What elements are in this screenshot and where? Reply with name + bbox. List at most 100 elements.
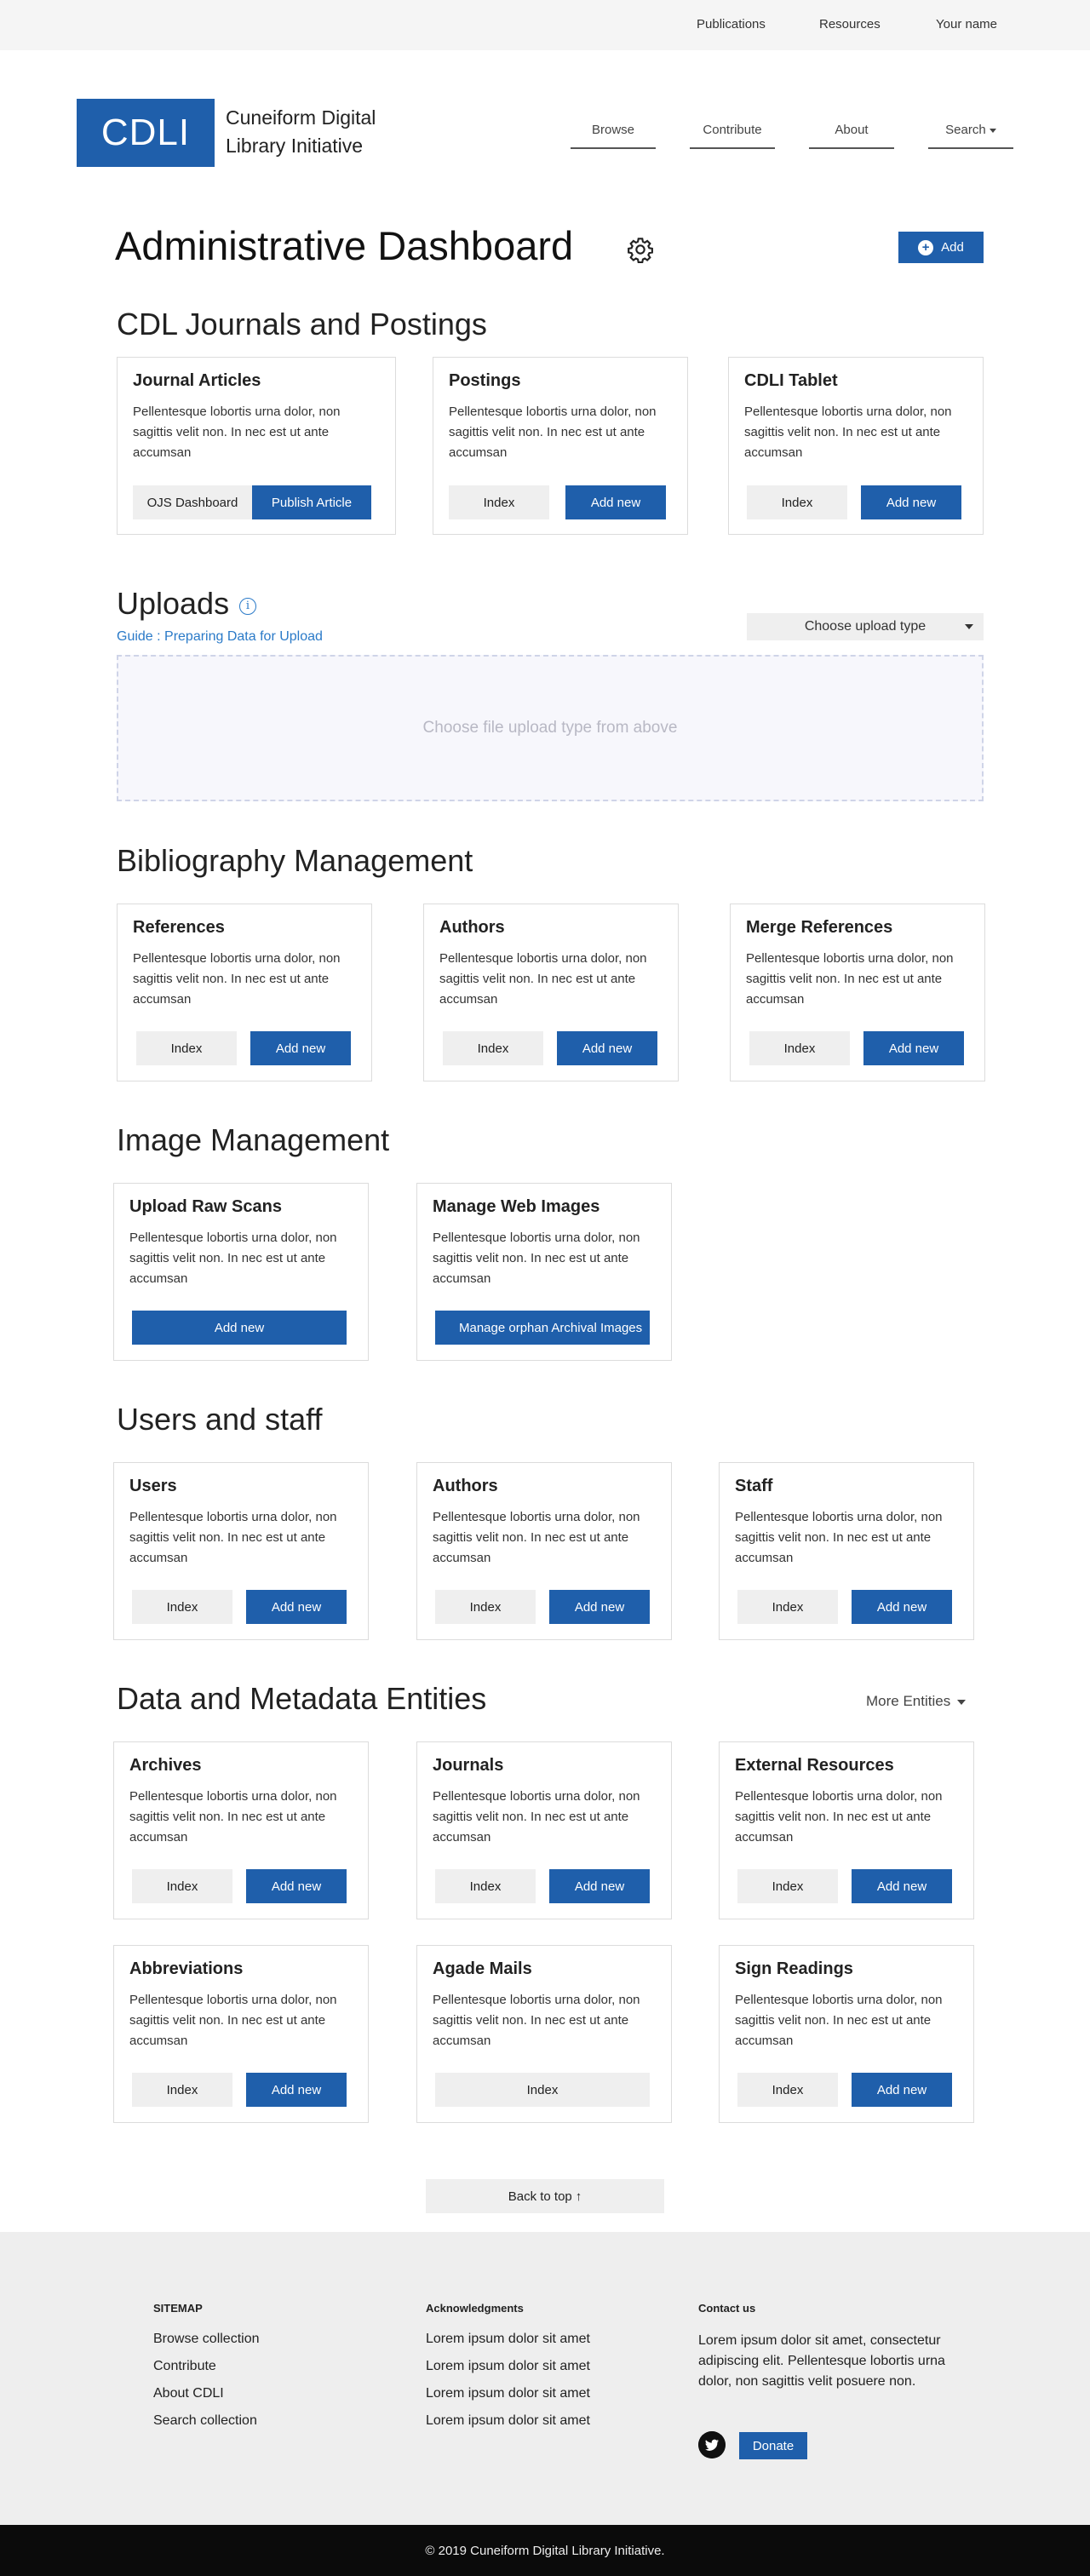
index-button[interactable]: Index <box>737 1590 838 1624</box>
card-description: Pellentesque lobortis urna dolor, non sa… <box>433 1510 640 1565</box>
index-button[interactable]: Index <box>749 1031 850 1065</box>
index-button[interactable]: Index <box>435 1590 536 1624</box>
upload-dropzone[interactable]: Choose file upload type from above <box>117 655 984 801</box>
card-agade-mails: Agade Mails Pellentesque lobortis urna d… <box>416 1945 672 2123</box>
nav-contribute[interactable]: Contribute <box>690 123 775 137</box>
info-icon[interactable]: i <box>239 598 256 615</box>
card-description: Pellentesque lobortis urna dolor, non sa… <box>735 1510 943 1565</box>
card-references: References Pellentesque lobortis urna do… <box>117 904 372 1081</box>
journals-section-title: CDL Journals and Postings <box>117 307 487 341</box>
add-new-button[interactable]: Add new <box>250 1031 351 1065</box>
footer-link[interactable]: Lorem ipsum dolor sit amet <box>426 2413 590 2429</box>
card-title: CDLI Tablet <box>744 371 838 390</box>
card-external-resources: External Resources Pellentesque lobortis… <box>719 1741 974 1919</box>
sitemap-heading: SITEMAP <box>153 2302 203 2315</box>
cdli-logo[interactable]: CDLI <box>77 99 215 167</box>
nav-underline <box>571 147 656 149</box>
card-description: Pellentesque lobortis urna dolor, non sa… <box>439 951 647 1007</box>
footer-link[interactable]: Lorem ipsum dolor sit amet <box>426 2386 590 2401</box>
add-new-button[interactable]: Add new <box>852 1590 952 1624</box>
nav-underline <box>690 147 775 149</box>
index-button[interactable]: Index <box>449 485 549 519</box>
footer-link[interactable]: Lorem ipsum dolor sit amet <box>426 2359 590 2374</box>
card-title: Abbreviations <box>129 1959 244 1978</box>
add-new-button[interactable]: Add new <box>549 1590 650 1624</box>
card-postings: Postings Pellentesque lobortis urna dolo… <box>433 357 688 535</box>
add-new-button[interactable]: Add new <box>565 485 666 519</box>
card-title: Journal Articles <box>133 371 261 390</box>
card-authors: Authors Pellentesque lobortis urna dolor… <box>423 904 679 1081</box>
card-title: Upload Raw Scans <box>129 1197 282 1216</box>
footer-link[interactable]: Search collection <box>153 2413 257 2429</box>
dropzone-text: Choose file upload type from above <box>422 719 678 737</box>
card-description: Pellentesque lobortis urna dolor, non sa… <box>735 1789 943 1845</box>
footer-link[interactable]: Lorem ipsum dolor sit amet <box>426 2332 590 2347</box>
caret-down-icon <box>957 1699 967 1705</box>
index-button[interactable]: Index <box>443 1031 543 1065</box>
card-description: Pellentesque lobortis urna dolor, non sa… <box>433 1231 640 1286</box>
add-new-button[interactable]: Add new <box>852 2073 952 2107</box>
add-new-button[interactable]: Add new <box>246 1869 347 1903</box>
footer-link[interactable]: About CDLI <box>153 2386 224 2401</box>
more-entities-label: More Entities <box>866 1693 951 1709</box>
footer-link[interactable]: Browse collection <box>153 2332 260 2347</box>
add-new-button[interactable]: Add new <box>549 1869 650 1903</box>
index-button[interactable]: Index <box>737 1869 838 1903</box>
index-button[interactable]: Index <box>737 2073 838 2107</box>
card-description: Pellentesque lobortis urna dolor, non sa… <box>129 1510 337 1565</box>
card-journal-articles: Journal Articles Pellentesque lobortis u… <box>117 357 396 535</box>
footer-link[interactable]: Contribute <box>153 2359 216 2374</box>
index-button[interactable]: Index <box>747 485 847 519</box>
add-new-button[interactable]: Add new <box>132 1311 347 1345</box>
more-entities-dropdown[interactable]: More Entities <box>866 1693 967 1710</box>
add-new-button[interactable]: Add new <box>852 1869 952 1903</box>
nav-browse[interactable]: Browse <box>571 123 656 137</box>
upload-type-select[interactable]: Choose upload type <box>747 613 984 640</box>
card-description: Pellentesque lobortis urna dolor, non sa… <box>133 951 341 1007</box>
page-title: Administrative Dashboard <box>115 223 574 268</box>
card-title: References <box>133 918 225 937</box>
nav-search-dropdown[interactable]: Search <box>928 123 1013 137</box>
card-description: Pellentesque lobortis urna dolor, non sa… <box>433 1993 640 2048</box>
index-button[interactable]: Index <box>435 2073 650 2107</box>
footer: SITEMAP Browse collection Contribute Abo… <box>0 2232 1090 2525</box>
add-button[interactable]: + Add <box>898 232 984 263</box>
card-title: Postings <box>449 371 521 390</box>
add-new-button[interactable]: Add new <box>246 1590 347 1624</box>
index-button[interactable]: Index <box>132 2073 232 2107</box>
user-menu-link[interactable]: Your name <box>936 17 997 32</box>
index-button[interactable]: Index <box>132 1590 232 1624</box>
card-archives: Archives Pellentesque lobortis urna dolo… <box>113 1741 369 1919</box>
index-button[interactable]: Index <box>132 1869 232 1903</box>
resources-link[interactable]: Resources <box>819 17 881 32</box>
nav-about[interactable]: About <box>809 123 894 137</box>
publications-link[interactable]: Publications <box>697 17 766 32</box>
card-journals: Journals Pellentesque lobortis urna dolo… <box>416 1741 672 1919</box>
add-new-button[interactable]: Add new <box>861 485 961 519</box>
card-title: Agade Mails <box>433 1959 532 1978</box>
card-description: Pellentesque lobortis urna dolor, non sa… <box>129 1789 337 1845</box>
upload-guide-link[interactable]: Guide : Preparing Data for Upload <box>117 629 323 645</box>
add-new-button[interactable]: Add new <box>863 1031 964 1065</box>
nav-underline <box>809 147 894 149</box>
card-title: Authors <box>433 1477 498 1495</box>
gear-icon[interactable] <box>627 236 654 263</box>
logo-title-line-2: Library Initiative <box>226 135 364 157</box>
upload-type-select-value: Choose upload type <box>804 619 926 634</box>
twitter-icon[interactable] <box>698 2431 726 2458</box>
card-description: Pellentesque lobortis urna dolor, non sa… <box>744 404 952 460</box>
manage-orphan-images-button[interactable]: Manage orphan Archival Images <box>435 1311 650 1345</box>
card-description: Pellentesque lobortis urna dolor, non sa… <box>129 1231 337 1286</box>
add-new-button[interactable]: Add new <box>557 1031 657 1065</box>
card-cdli-tablet: CDLI Tablet Pellentesque lobortis urna d… <box>728 357 984 535</box>
index-button[interactable]: Index <box>435 1869 536 1903</box>
back-to-top-button[interactable]: Back to top ↑ <box>426 2179 664 2213</box>
donate-button[interactable]: Donate <box>739 2432 807 2459</box>
index-button[interactable]: Index <box>136 1031 237 1065</box>
nav-underline <box>928 147 1013 149</box>
add-new-button[interactable]: Add new <box>246 2073 347 2107</box>
card-title: Merge References <box>746 918 893 937</box>
card-title: Staff <box>735 1477 773 1495</box>
publish-article-button[interactable]: Publish Article <box>252 485 371 519</box>
ojs-dashboard-button[interactable]: OJS Dashboard <box>133 485 252 519</box>
